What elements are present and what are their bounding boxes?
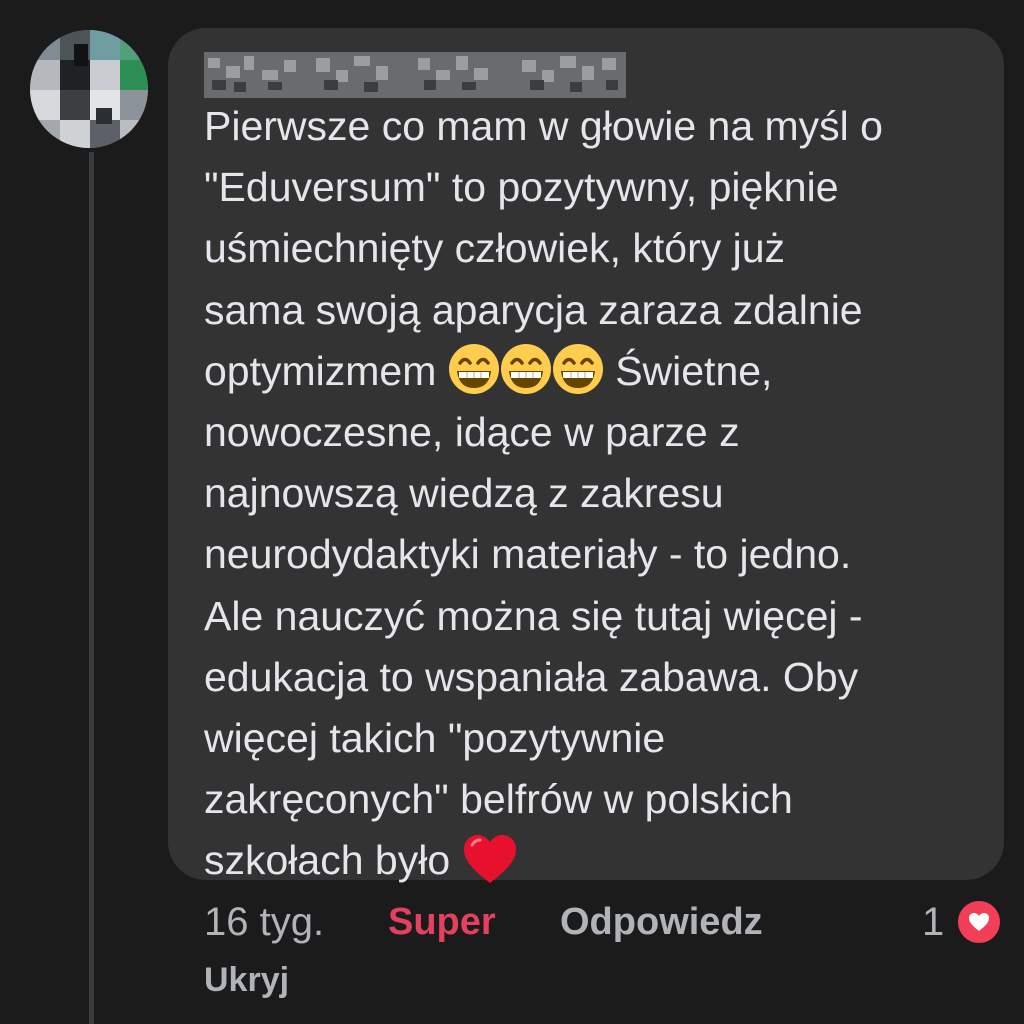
comment-actions: 16 tyg. Super Odpowiedz 1 xyxy=(0,898,1024,948)
comment-line-12: zakręconych" belfrów w polskich xyxy=(204,776,793,823)
comment-view: Pierwsze co mam w głowie na myśl o "Eduv… xyxy=(0,0,1024,1024)
blurred-name-image xyxy=(204,52,626,98)
comment-line-5: optymizmem xyxy=(204,347,437,394)
hide-replies-button[interactable]: Ukryj xyxy=(204,958,289,1002)
grinning-face-icon xyxy=(448,343,500,395)
reply-button[interactable]: Odpowiedz xyxy=(560,898,763,946)
comment-line-3: uśmiechnięty człowiek, który już xyxy=(204,225,786,272)
author-name-blurred[interactable] xyxy=(204,52,626,98)
reaction-count[interactable]: 1 xyxy=(922,898,944,946)
avatar-pixelated-image xyxy=(30,30,148,148)
thread-line xyxy=(89,152,94,1024)
comment-line-9: Ale nauczyć można się tutaj więcej - xyxy=(204,592,863,639)
comment-line-5b: Świetne, xyxy=(615,347,773,394)
comment-line-10: edukacja to wspaniała zabawa. Oby xyxy=(204,653,859,700)
heart-icon xyxy=(969,913,989,931)
grinning-face-icon xyxy=(552,343,604,395)
love-reaction-icon[interactable] xyxy=(956,899,1002,945)
red-heart-icon xyxy=(462,833,518,885)
grinning-face-icon xyxy=(500,343,552,395)
comment-line-2: "Eduversum" to pozytywny, pięknie xyxy=(204,164,839,211)
avatar[interactable] xyxy=(30,30,148,148)
reaction-button[interactable]: Super xyxy=(388,898,496,946)
comment-line-4: sama swoją aparycja zaraza zdalnie xyxy=(204,286,863,333)
comment-text: Pierwsze co mam w głowie na myśl o "Eduv… xyxy=(204,96,984,892)
comment-line-6: nowoczesne, idące w parze z xyxy=(204,409,740,456)
comment-timestamp[interactable]: 16 tyg. xyxy=(204,898,324,946)
comment-line-11: więcej takich "pozytywnie xyxy=(204,715,666,762)
comment-line-1: Pierwsze co mam w głowie na myśl o xyxy=(204,103,883,149)
comment-line-13: szkołach było xyxy=(204,837,451,884)
comment-line-7: najnowszą wiedzą z zakresu xyxy=(204,470,724,517)
comment-line-8: neurodydaktyki materiały - to jedno. xyxy=(204,531,852,578)
